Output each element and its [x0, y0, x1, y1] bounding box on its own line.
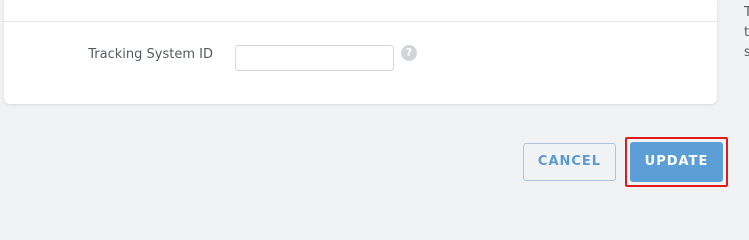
update-button[interactable]: UPDATE	[630, 142, 723, 182]
side-text-line: T	[744, 5, 749, 20]
settings-page: Tracking System ID ? T t s CANCEL UPDATE	[0, 0, 749, 236]
help-icon[interactable]: ?	[401, 45, 417, 61]
settings-card: Tracking System ID ?	[4, 0, 717, 104]
tracking-system-id-input[interactable]	[235, 45, 394, 71]
tracking-system-id-label: Tracking System ID	[88, 47, 213, 62]
side-text-line: t	[744, 25, 749, 40]
cancel-button[interactable]: CANCEL	[523, 143, 616, 181]
card-divider	[4, 21, 717, 22]
side-help-text: T t s	[744, 3, 749, 63]
side-text-line: s	[744, 45, 749, 60]
